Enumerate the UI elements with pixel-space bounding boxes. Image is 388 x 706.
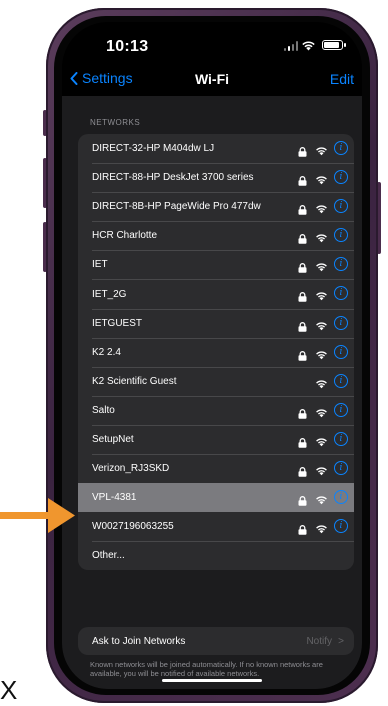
network-name: VPL-4381 (92, 492, 137, 504)
wifi-signal-icon (315, 405, 328, 418)
network-name: IET_2G (92, 288, 127, 300)
network-row[interactable]: VPL-4381 i (78, 483, 354, 513)
page-title: Wi-Fi (194, 71, 230, 87)
network-name: HCR Charlotte (92, 230, 158, 242)
info-icon[interactable]: i (334, 199, 348, 214)
lock-icon (298, 231, 307, 245)
wifi-signal-icon (315, 318, 328, 330)
cellular-signal-icon (284, 40, 298, 51)
network-name: Salto (92, 404, 115, 416)
network-row-other[interactable]: Other... (78, 541, 354, 570)
lock-icon (298, 289, 307, 303)
info-icon[interactable]: i (334, 170, 348, 185)
network-row[interactable]: Salto i (78, 395, 354, 425)
info-icon[interactable]: i (334, 519, 348, 534)
lock-icon (298, 435, 307, 448)
lock-icon (298, 319, 307, 332)
annotation-x-mark: X (0, 675, 18, 705)
lock-icon (298, 260, 307, 274)
info-icon[interactable]: i (334, 228, 348, 243)
network-row[interactable]: DIRECT-8B-HP PageWide Pro 477dw i (78, 192, 354, 221)
network-row[interactable]: DIRECT-88-HP DeskJet 3700 series i (78, 163, 354, 192)
network-row[interactable]: K2 2.4 i (78, 337, 354, 367)
network-name: K2 Scientific Guest (92, 375, 177, 387)
network-name: DIRECT-88-HP DeskJet 3700 series (92, 172, 254, 184)
chevron-right-icon: > (338, 635, 344, 647)
wifi-signal-icon (315, 230, 328, 243)
network-name: Verizon_RJ3SKD (92, 463, 170, 475)
network-name: IET (92, 259, 108, 271)
home-indicator[interactable] (162, 679, 262, 682)
network-row[interactable]: W0027196063255 i (78, 512, 354, 541)
network-row[interactable]: IET i (78, 250, 354, 279)
ask-to-join-value: Notify (306, 635, 332, 647)
wifi-signal-icon (315, 288, 328, 301)
lock-icon (298, 406, 307, 419)
network-name: IETGUEST (92, 317, 143, 329)
network-row[interactable]: Verizon_RJ3SKD i (78, 454, 354, 483)
lock-icon (298, 464, 307, 477)
wifi-signal-icon (315, 521, 328, 534)
info-icon[interactable]: i (334, 402, 348, 417)
network-row[interactable]: IET_2G i (78, 279, 354, 308)
phone-screen: 10:13 Settings Wi-Fi Edit NETWORKS DIREC… (62, 22, 362, 689)
lock-icon (298, 348, 307, 361)
network-row[interactable]: DIRECT-32-HP M404dw LJ i (78, 134, 354, 163)
battery-icon (322, 40, 346, 50)
wifi-signal-icon (315, 347, 328, 359)
info-icon[interactable]: i (334, 257, 348, 272)
ask-to-join-footnote: Known networks will be joined automatica… (90, 660, 323, 678)
lock-icon (298, 144, 307, 157)
info-icon[interactable]: i (334, 373, 348, 388)
wifi-signal-icon (315, 201, 328, 214)
network-list: DIRECT-32-HP M404dw LJ i DIRECT-88-HP Desk… (78, 134, 354, 571)
lock-icon (298, 493, 307, 506)
network-name: DIRECT-8B-HP PageWide Pro 477dw (92, 201, 261, 213)
info-icon[interactable]: i (334, 286, 348, 301)
network-row[interactable]: K2 Scientific Guest i (78, 366, 354, 396)
info-icon[interactable]: i (334, 344, 348, 359)
wifi-signal-icon (315, 172, 328, 185)
network-row[interactable]: HCR Charlotte i (78, 221, 354, 250)
wifi-status-icon (301, 38, 316, 56)
info-icon[interactable]: i (334, 490, 348, 505)
section-header-networks: NETWORKS (90, 118, 141, 127)
edit-button[interactable]: Edit (330, 71, 354, 87)
info-icon[interactable]: i (334, 431, 348, 446)
info-icon[interactable]: i (334, 315, 348, 330)
status-time: 10:13 (106, 38, 149, 55)
network-name: SetupNet (92, 433, 134, 445)
wifi-signal-icon (315, 434, 328, 447)
network-row[interactable]: IETGUEST i (78, 308, 354, 338)
network-name: Other... (92, 550, 125, 562)
network-name: DIRECT-32-HP M404dw LJ (92, 143, 215, 155)
wifi-signal-icon (315, 492, 328, 505)
wifi-signal-icon (315, 259, 328, 272)
wifi-signal-icon (315, 376, 328, 389)
info-icon[interactable]: i (334, 141, 348, 155)
network-row[interactable]: SetupNet i (78, 424, 354, 454)
network-name: K2 2.4 (92, 346, 121, 358)
annotation-arrow-icon (0, 498, 75, 533)
wifi-signal-icon (315, 143, 328, 156)
wifi-signal-icon (315, 463, 328, 476)
lock-icon (298, 522, 307, 536)
ask-to-join-label: Ask to Join Networks (92, 635, 186, 647)
lock-icon (298, 202, 307, 215)
lock-icon (298, 173, 307, 186)
network-name: W0027196063255 (92, 521, 174, 533)
ask-to-join-row[interactable]: Ask to Join Networks Notify > (78, 627, 354, 655)
info-icon[interactable]: i (334, 461, 348, 476)
